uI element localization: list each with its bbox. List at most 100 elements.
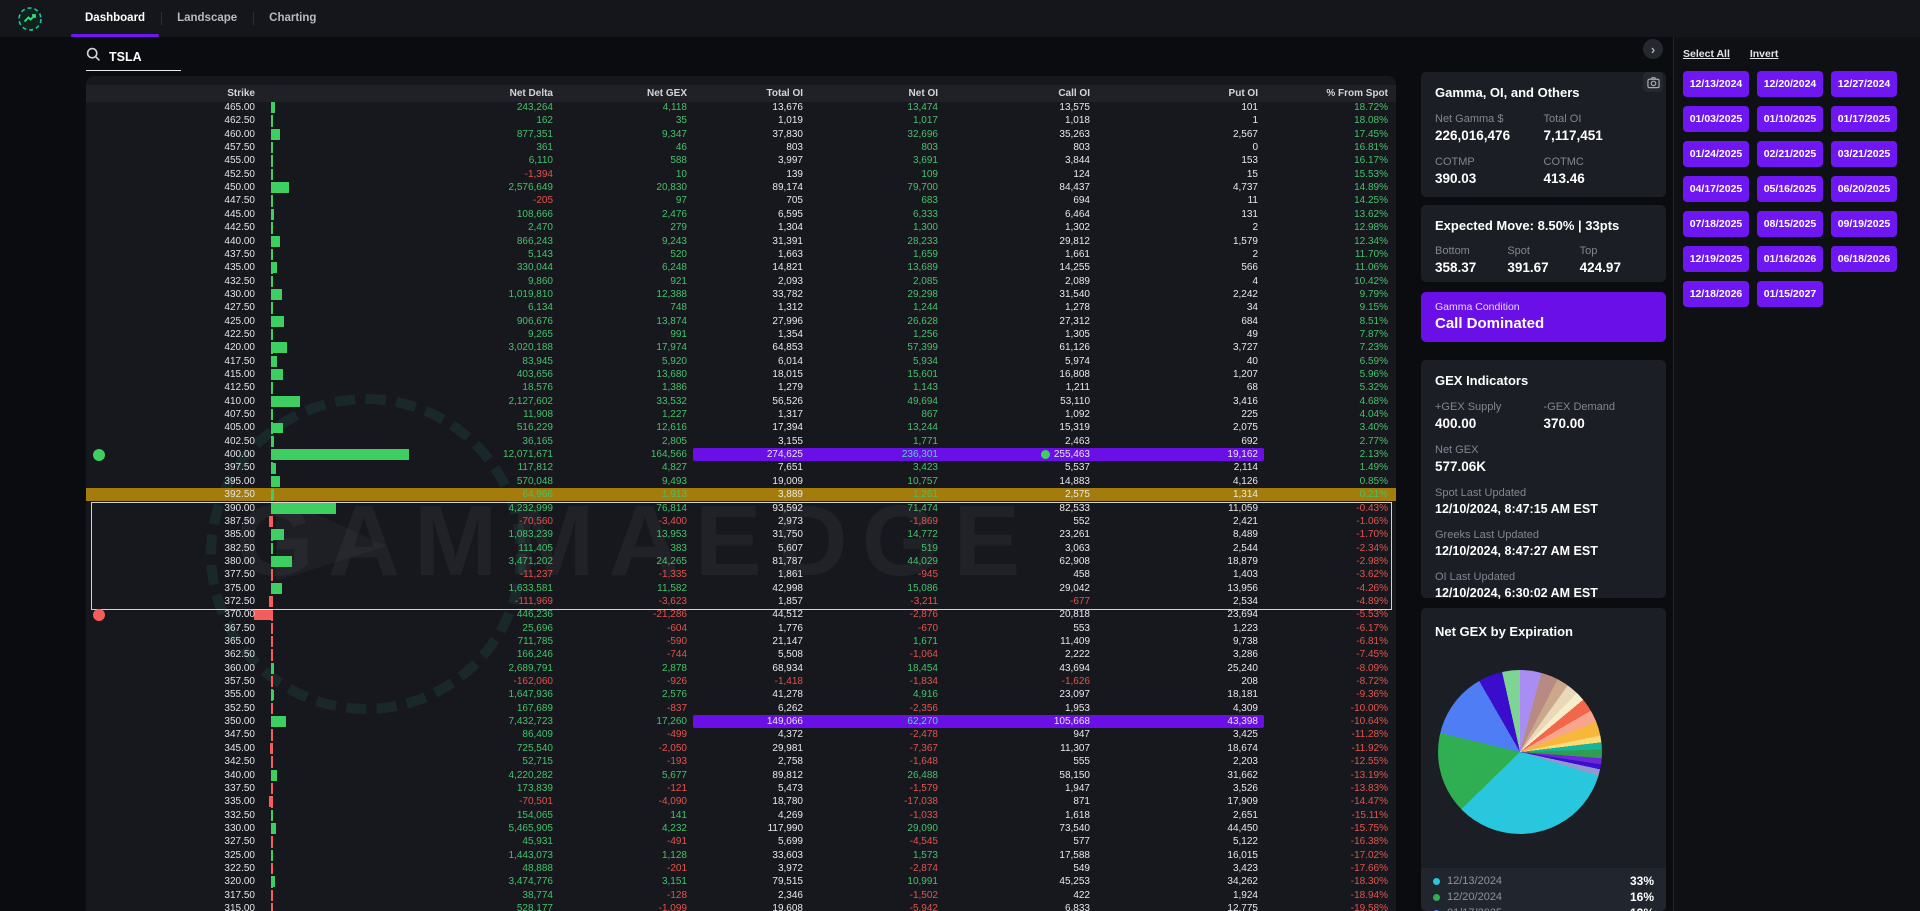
table-row[interactable]: 390.00 4,232,999 76,814 93,592 71,474 82,533 1… bbox=[86, 502, 1396, 515]
table-row[interactable]: 415.00 403,656 13,680 18,015 15,601 16,808 1,2… bbox=[86, 368, 1396, 381]
table-row[interactable]: 330.00 5,465,905 4,232 117,990 29,090 73,540 4… bbox=[86, 822, 1396, 835]
table-row[interactable]: 360.00 2,689,791 2,878 68,934 18,454 43,694 25… bbox=[86, 662, 1396, 675]
table-row[interactable]: 377.50 -11,237 -1,335 1,861 -945 458 1,403 -3.6… bbox=[86, 568, 1396, 581]
table-row[interactable]: 407.50 11,908 1,227 1,317 867 1,092 225 4.04% bbox=[86, 408, 1396, 421]
table-row[interactable]: 372.50 -111,969 -3,623 1,857 -3,211 -677 2,534… bbox=[86, 595, 1396, 608]
table-row[interactable]: 427.50 6,134 748 1,312 1,244 1,278 34 9.15% bbox=[86, 301, 1396, 314]
expiry-date-button[interactable]: 12/19/2025 bbox=[1683, 246, 1749, 272]
expiry-date-button[interactable]: 01/03/2025 bbox=[1683, 106, 1749, 132]
table-row[interactable]: 420.00 3,020,188 17,974 64,853 57,399 61,126 3… bbox=[86, 341, 1396, 354]
table-row[interactable]: 400.00 12,071,671 164,566 274,625 236,301 255… bbox=[86, 448, 1396, 462]
table-row[interactable]: 387.50 -70,560 -3,400 2,973 -1,869 552 2,421 -1… bbox=[86, 515, 1396, 528]
expiry-date-button[interactable]: 03/21/2025 bbox=[1831, 141, 1897, 167]
table-row[interactable]: 340.00 4,220,282 5,677 89,812 26,488 58,150 31… bbox=[86, 769, 1396, 782]
column-header[interactable]: Strike bbox=[227, 85, 255, 102]
table-row[interactable]: 362.50 166,246 -744 5,508 -1,064 2,222 3,286 -7… bbox=[86, 648, 1396, 661]
column-header[interactable]: Net GEX bbox=[647, 85, 687, 102]
table-row[interactable]: 465.00 243,264 4,118 13,676 13,474 13,575 101 1… bbox=[86, 101, 1396, 114]
table-row[interactable]: 402.50 36,165 2,805 3,155 1,771 2,463 692 2.77% bbox=[86, 435, 1396, 448]
table-row[interactable]: 445.00 108,666 2,476 6,595 6,333 6,464 131 13.6… bbox=[86, 208, 1396, 221]
expiry-date-button[interactable]: 12/27/2024 bbox=[1831, 71, 1897, 97]
expiry-date-button[interactable]: 02/21/2025 bbox=[1757, 141, 1823, 167]
table-row[interactable]: 382.50 111,405 383 5,607 519 3,063 2,544 -2.34% bbox=[86, 542, 1396, 555]
table-row[interactable]: 435.00 330,044 6,248 14,821 13,689 14,255 566 1… bbox=[86, 261, 1396, 274]
table-row[interactable]: 350.00 7,432,723 17,260 149,066 62,270 105,66… bbox=[86, 715, 1396, 729]
table-row[interactable]: 412.50 18,576 1,386 1,279 1,143 1,211 68 5.32% bbox=[86, 381, 1396, 394]
expiry-date-button[interactable]: 07/18/2025 bbox=[1683, 211, 1749, 237]
table-row[interactable]: 447.50 -205 97 705 683 694 11 14.25% bbox=[86, 194, 1396, 207]
table-row[interactable]: 410.00 2,127,602 33,532 56,526 49,694 53,110 3… bbox=[86, 395, 1396, 408]
column-header[interactable]: Put OI bbox=[1229, 85, 1258, 102]
column-header[interactable]: Call OI bbox=[1058, 85, 1090, 102]
expiry-date-button[interactable]: 01/24/2025 bbox=[1683, 141, 1749, 167]
expiry-date-button[interactable]: 06/18/2026 bbox=[1831, 246, 1897, 272]
table-row[interactable]: 342.50 52,715 -193 2,758 -1,648 555 2,203 -12.5… bbox=[86, 755, 1396, 768]
table-row[interactable]: 322.50 48,888 -201 3,972 -2,874 549 3,423 -17.6… bbox=[86, 862, 1396, 875]
column-header[interactable]: Net Delta bbox=[510, 85, 553, 102]
table-row[interactable]: 367.50 25,696 -604 1,776 -670 553 1,223 -6.17% bbox=[86, 622, 1396, 635]
table-row[interactable]: 337.50 173,839 -121 5,473 -1,579 1,947 3,526 -1… bbox=[86, 782, 1396, 795]
cell--from-spot: -16.38% bbox=[1350, 836, 1388, 848]
expiry-date-button[interactable]: 01/15/2027 bbox=[1757, 281, 1823, 307]
expiry-date-button[interactable]: 01/10/2025 bbox=[1757, 106, 1823, 132]
table-row[interactable]: 355.00 1,647,936 2,576 41,278 4,916 23,097 18,… bbox=[86, 688, 1396, 701]
table-row[interactable]: 345.00 725,540 -2,050 29,981 -7,367 11,307 18,… bbox=[86, 742, 1396, 755]
table-row[interactable]: 462.50 162 35 1,019 1,017 1,018 1 18.08% bbox=[86, 114, 1396, 127]
column-header[interactable]: % From Spot bbox=[1326, 85, 1388, 102]
table-row[interactable]: 357.50 -162,060 -926 -1,418 -1,834 -1,626 208 -… bbox=[86, 675, 1396, 688]
table-row[interactable]: 352.50 167,689 -837 6,262 -2,356 1,953 4,309 -1… bbox=[86, 702, 1396, 715]
cell-put-oi: 44,450 bbox=[1227, 822, 1258, 834]
table-row[interactable]: 430.00 1,019,810 12,388 33,782 29,298 31,540 2… bbox=[86, 288, 1396, 301]
expiry-date-button[interactable]: 01/17/2025 bbox=[1831, 106, 1897, 132]
column-header[interactable]: Net OI bbox=[909, 85, 938, 102]
table-row[interactable]: 442.50 2,470 279 1,304 1,300 1,302 2 12.98% bbox=[86, 221, 1396, 234]
table-row[interactable]: 332.50 154,065 141 4,269 -1,033 1,618 2,651 -15… bbox=[86, 809, 1396, 822]
expiry-date-button[interactable]: 12/20/2024 bbox=[1757, 71, 1823, 97]
spot-updated-value: 12/10/2024, 8:47:15 AM EST bbox=[1435, 502, 1598, 516]
table-row[interactable]: 392.50 64,966 1,913 3,889 1,261 2,575 1,314 0.2… bbox=[86, 488, 1396, 502]
tab-dashboard[interactable]: Dashboard bbox=[69, 0, 161, 37]
table-row[interactable]: 455.00 6,110 588 3,997 3,691 3,844 153 16.17% bbox=[86, 154, 1396, 167]
table-row[interactable]: 397.50 117,812 4,827 7,651 3,423 5,537 2,114 1.… bbox=[86, 461, 1396, 474]
tab-charting[interactable]: Charting bbox=[253, 0, 332, 37]
expiry-date-button[interactable]: 12/13/2024 bbox=[1683, 71, 1749, 97]
table-row[interactable]: 335.00 -70,501 -4,090 18,780 -17,038 871 17,90… bbox=[86, 795, 1396, 808]
expiry-date-button[interactable]: 12/18/2026 bbox=[1683, 281, 1749, 307]
expiry-date-button[interactable]: 08/15/2025 bbox=[1757, 211, 1823, 237]
table-row[interactable]: 432.50 9,860 921 2,093 2,085 2,089 4 10.42% bbox=[86, 275, 1396, 288]
table-row[interactable]: 317.50 38,774 -128 2,346 -1,502 422 1,924 -18.9… bbox=[86, 889, 1396, 902]
camera-icon[interactable] bbox=[1643, 72, 1663, 92]
table-row[interactable]: 425.00 906,676 13,874 27,996 26,628 27,312 684… bbox=[86, 315, 1396, 328]
table-row[interactable]: 380.00 3,471,202 24,265 81,787 44,029 62,908 1… bbox=[86, 555, 1396, 568]
table-row[interactable]: 440.00 866,243 9,243 31,391 28,233 29,812 1,57… bbox=[86, 235, 1396, 248]
table-row[interactable]: 327.50 45,931 -491 5,699 -4,545 577 5,122 -16.3… bbox=[86, 835, 1396, 848]
table-row[interactable]: 395.00 570,048 9,493 19,009 10,757 14,883 4,12… bbox=[86, 475, 1396, 488]
invert-link[interactable]: Invert bbox=[1750, 48, 1779, 60]
ticker-input[interactable] bbox=[107, 49, 171, 65]
expiry-date-button[interactable]: 05/16/2025 bbox=[1757, 176, 1823, 202]
column-header[interactable]: Total OI bbox=[767, 85, 803, 102]
table-row[interactable]: 315.00 528,177 -1,099 19,608 -5,942 6,833 12,7… bbox=[86, 902, 1396, 911]
table-row[interactable]: 460.00 877,351 9,347 37,830 32,696 35,263 2,56… bbox=[86, 128, 1396, 141]
expiry-date-button[interactable]: 09/19/2025 bbox=[1831, 211, 1897, 237]
table-row[interactable]: 325.00 1,443,073 1,128 33,603 1,573 17,588 16,… bbox=[86, 849, 1396, 862]
expiry-date-button[interactable]: 04/17/2025 bbox=[1683, 176, 1749, 202]
table-row[interactable]: 450.00 2,576,649 20,830 89,174 79,700 84,437 4… bbox=[86, 181, 1396, 194]
expiry-date-button[interactable]: 06/20/2025 bbox=[1831, 176, 1897, 202]
table-row[interactable]: 370.00 446,236 -21,286 44,512 -2,876 20,818 23… bbox=[86, 608, 1396, 621]
table-row[interactable]: 452.50 -1,394 10 139 109 124 15 15.53% bbox=[86, 168, 1396, 181]
collapse-panel-icon[interactable]: › bbox=[1643, 39, 1663, 59]
table-row[interactable]: 385.00 1,083,239 13,953 31,750 14,772 23,261 8… bbox=[86, 528, 1396, 541]
table-row[interactable]: 347.50 86,409 -499 4,372 -2,478 947 3,425 -11.2… bbox=[86, 728, 1396, 741]
table-row[interactable]: 320.00 3,474,776 3,151 79,515 10,991 45,253 34… bbox=[86, 875, 1396, 888]
expiry-date-button[interactable]: 01/16/2026 bbox=[1757, 246, 1823, 272]
table-row[interactable]: 437.50 5,143 520 1,663 1,659 1,661 2 11.70% bbox=[86, 248, 1396, 261]
tab-landscape[interactable]: Landscape bbox=[161, 0, 253, 37]
table-row[interactable]: 365.00 711,785 -590 21,147 1,671 11,409 9,738 -… bbox=[86, 635, 1396, 648]
table-row[interactable]: 422.50 9,265 991 1,354 1,256 1,305 49 7.87% bbox=[86, 328, 1396, 341]
select-all-link[interactable]: Select All bbox=[1683, 48, 1730, 60]
table-row[interactable]: 457.50 361 46 803 803 803 0 16.81% bbox=[86, 141, 1396, 154]
table-row[interactable]: 375.00 1,633,581 11,582 42,998 15,086 29,042 1… bbox=[86, 582, 1396, 595]
table-row[interactable]: 417.50 83,945 5,920 6,014 5,934 5,974 40 6.59% bbox=[86, 355, 1396, 368]
table-row[interactable]: 405.00 516,229 12,616 17,394 13,244 15,319 2,0… bbox=[86, 421, 1396, 434]
